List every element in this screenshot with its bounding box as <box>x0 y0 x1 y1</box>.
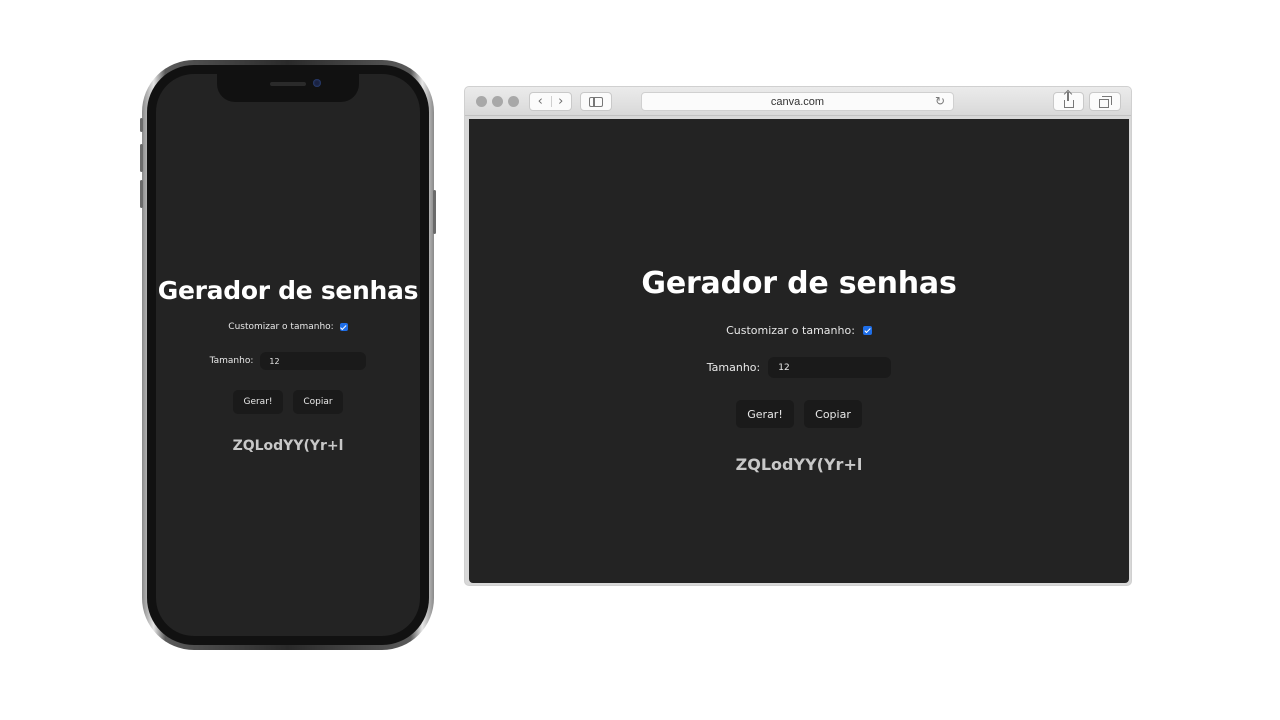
phone-mockup: Gerador de senhas Customizar o tamanho: … <box>140 60 436 650</box>
browser-mockup: ‹ › canva.com ↻ Gerador de senhas Custom… <box>465 87 1131 585</box>
window-close-dot[interactable] <box>476 96 487 107</box>
customize-size-row: Customizar o tamanho: <box>726 324 872 337</box>
page-title: Gerador de senhas <box>641 266 957 301</box>
phone-volume-up <box>140 144 143 172</box>
phone-bezel: Gerador de senhas Customizar o tamanho: … <box>147 65 429 645</box>
camera-icon <box>313 79 321 87</box>
window-minimize-dot[interactable] <box>492 96 503 107</box>
address-bar[interactable]: canva.com ↻ <box>641 92 954 111</box>
phone-notch <box>217 74 359 102</box>
generate-button[interactable]: Gerar! <box>736 400 794 428</box>
reload-icon[interactable]: ↻ <box>935 94 945 108</box>
size-label: Tamanho: <box>209 356 254 366</box>
browser-viewport: Gerador de senhas Customizar o tamanho: … <box>469 119 1129 583</box>
size-row: Tamanho: 12 <box>706 357 892 378</box>
customize-size-label: Customizar o tamanho: <box>228 322 334 332</box>
password-generator-app-mobile: Gerador de senhas Customizar o tamanho: … <box>156 276 420 454</box>
forward-icon[interactable]: › <box>551 95 572 108</box>
phone-volume-down <box>140 180 143 208</box>
generate-button[interactable]: Gerar! <box>233 390 283 414</box>
generated-password: ZQLodYY(Yr+l <box>232 438 344 454</box>
address-text: canva.com <box>770 95 825 108</box>
action-buttons: Gerar! Copiar <box>228 390 348 414</box>
generated-password: ZQLodYY(Yr+l <box>735 455 863 474</box>
action-buttons: Gerar! Copiar <box>731 400 867 428</box>
share-button[interactable] <box>1053 91 1084 111</box>
nav-buttons: ‹ › <box>529 92 572 111</box>
copy-button[interactable]: Copiar <box>804 400 862 428</box>
share-icon <box>1063 91 1074 108</box>
phone-screen: Gerador de senhas Customizar o tamanho: … <box>156 74 420 636</box>
copy-button[interactable]: Copiar <box>293 390 343 414</box>
back-icon[interactable]: ‹ <box>530 95 551 108</box>
sidebar-button[interactable] <box>580 92 612 111</box>
phone-mute-switch <box>140 118 143 132</box>
tabs-icon <box>1099 95 1112 108</box>
browser-toolbar: ‹ › canva.com ↻ <box>465 87 1131 116</box>
page-title: Gerador de senhas <box>157 276 419 305</box>
window-maximize-dot[interactable] <box>508 96 519 107</box>
customize-size-row: Customizar o tamanho: <box>228 322 348 332</box>
sidebar-icon <box>589 96 603 107</box>
size-input[interactable]: 12 <box>768 357 892 378</box>
phone-power-button <box>433 190 436 234</box>
size-row: Tamanho: 12 <box>210 352 367 370</box>
customize-size-checkbox[interactable] <box>862 326 872 335</box>
password-generator-app-desktop: Gerador de senhas Customizar o tamanho: … <box>469 266 1129 474</box>
customize-size-checkbox[interactable] <box>339 323 348 331</box>
size-label: Tamanho: <box>706 361 761 374</box>
nav-divider <box>551 96 552 107</box>
customize-size-label: Customizar o tamanho: <box>726 324 855 337</box>
tabs-button[interactable] <box>1089 92 1121 111</box>
speaker-grille <box>270 82 306 86</box>
size-input[interactable]: 12 <box>260 352 367 370</box>
